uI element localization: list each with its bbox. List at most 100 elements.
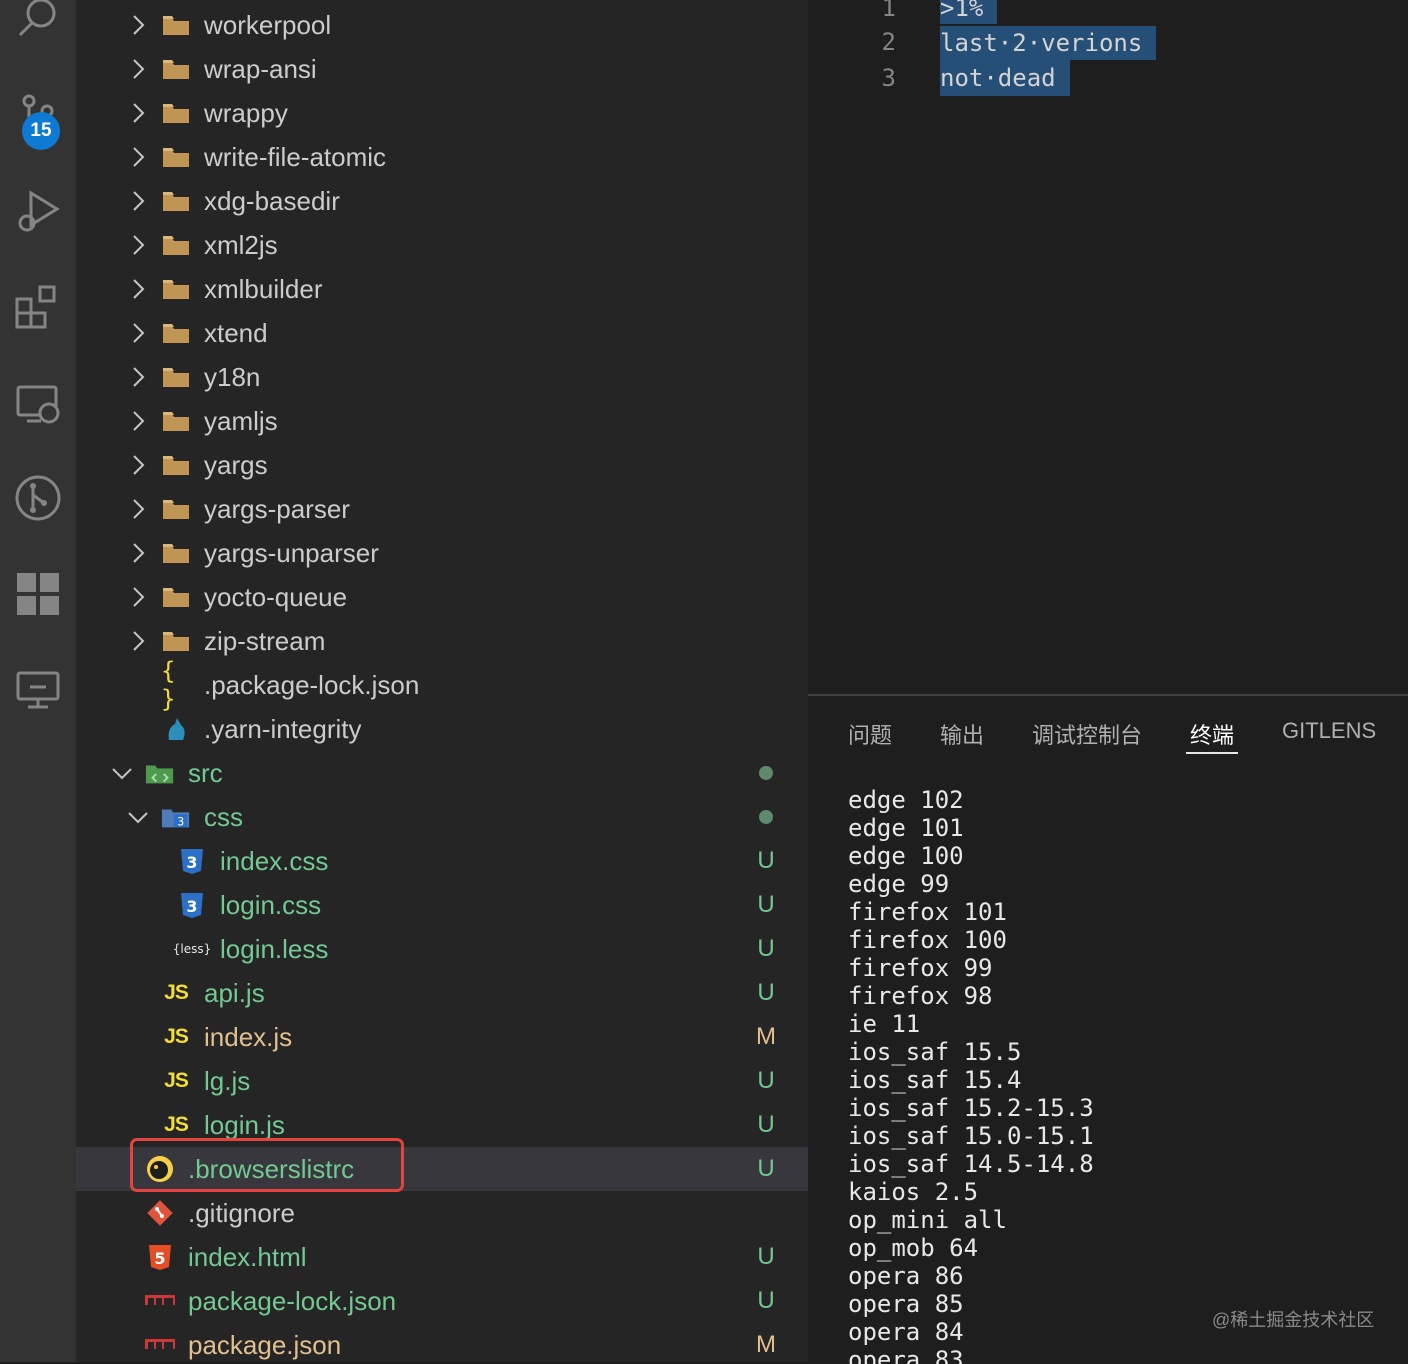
file-name: zip-stream [204, 626, 326, 656]
file-name: index.js [204, 1022, 293, 1052]
explorer-row-yocto-queue[interactable]: yocto-queue [76, 575, 808, 619]
file-name: yargs [204, 450, 268, 480]
activity-bar: 15 [0, 0, 76, 1362]
explorer-row-login-css[interactable]: 3 login.css U [76, 883, 808, 927]
explorer-row-src[interactable]: src [76, 751, 808, 795]
chevron-right-icon[interactable] [126, 277, 150, 301]
explorer-row-index-html[interactable]: 5 index.html U [76, 1235, 808, 1279]
explorer-row-yargs-unparser[interactable]: yargs-unparser [76, 531, 808, 575]
git-status-badge: U [757, 1067, 775, 1094]
grid-icon[interactable] [0, 562, 76, 626]
npm-file-icon [145, 1287, 175, 1315]
svg-text:3: 3 [186, 897, 197, 916]
explorer-row-xtend[interactable]: xtend [76, 311, 808, 355]
file-name: src [188, 758, 223, 788]
code-editor[interactable]: 1 >1% 2 last·2·verions 3 not·dead [808, 0, 1408, 694]
explorer-row-index-css[interactable]: 3 index.css U [76, 839, 808, 883]
folder-icon [161, 11, 191, 39]
explorer-row-yarn-integrity[interactable]: .yarn-integrity [76, 707, 808, 751]
folder-icon [161, 143, 191, 171]
tab-terminal[interactable]: 终端 [1190, 718, 1234, 750]
file-name: xmlbuilder [204, 274, 323, 304]
file-name: index.css [220, 846, 329, 876]
git-status-badge: U [757, 1287, 775, 1314]
chevron-right-icon[interactable] [126, 13, 150, 37]
code-line[interactable]: last·2·verions [940, 26, 1157, 60]
file-name: .gitignore [188, 1198, 295, 1228]
file-name: xdg-basedir [204, 186, 340, 216]
explorer-row-package-lock-json[interactable]: { } .package-lock.json [76, 657, 808, 713]
run-debug-icon[interactable] [0, 178, 76, 242]
git-graph-icon[interactable] [0, 466, 76, 530]
monitor-icon[interactable] [0, 658, 76, 722]
explorer-row-workerpool[interactable]: workerpool [76, 3, 808, 47]
css-file-icon: 3 [177, 847, 207, 875]
yarn-file-icon [161, 715, 191, 743]
explorer-row-api-js[interactable]: JS api.js U [76, 971, 808, 1015]
terminal-line: ios_saf 14.5-14.8 [848, 1150, 1094, 1178]
js-file-icon: JS [164, 1069, 189, 1092]
search-icon[interactable] [0, 0, 76, 52]
git-file-icon [145, 1199, 175, 1227]
explorer-row-wrappy[interactable]: wrappy [76, 91, 808, 135]
chevron-down-icon[interactable] [110, 761, 134, 785]
chevron-right-icon[interactable] [126, 453, 150, 477]
tab-problems[interactable]: 问题 [848, 718, 892, 750]
terminal-line: op_mini all [848, 1206, 1007, 1234]
file-name: api.js [204, 978, 265, 1008]
tab-output[interactable]: 输出 [940, 718, 984, 750]
chevron-right-icon[interactable] [126, 233, 150, 257]
explorer-row-lg-js[interactable]: JS lg.js U [76, 1059, 808, 1103]
explorer-row-css[interactable]: 3 css [76, 795, 808, 839]
folder-icon [161, 539, 191, 567]
explorer-row-login-less[interactable]: {less} login.less U [76, 927, 808, 971]
terminal-line: opera 84 [848, 1318, 964, 1346]
git-status-badge: U [757, 979, 775, 1006]
chevron-right-icon[interactable] [126, 145, 150, 169]
chevron-right-icon[interactable] [126, 365, 150, 389]
terminal-line: kaios 2.5 [848, 1178, 979, 1206]
chevron-down-icon[interactable] [126, 805, 150, 829]
chevron-right-icon[interactable] [126, 629, 150, 653]
explorer-row-xml2js[interactable]: xml2js [76, 223, 808, 267]
chevron-right-icon[interactable] [126, 57, 150, 81]
extensions-icon[interactable] [0, 274, 76, 338]
file-name: yargs-unparser [204, 538, 379, 568]
explorer-row-gitignore[interactable]: .gitignore [76, 1191, 808, 1235]
explorer-row-index-js[interactable]: JS index.js M [76, 1015, 808, 1059]
chevron-right-icon[interactable] [126, 321, 150, 345]
explorer-row-yargs-parser[interactable]: yargs-parser [76, 487, 808, 531]
explorer-row-xmlbuilder[interactable]: xmlbuilder [76, 267, 808, 311]
tab-debug-console[interactable]: 调试控制台 [1032, 718, 1142, 750]
source-control-badge: 15 [22, 112, 60, 150]
less-icon-text: {less} [172, 942, 212, 956]
tab-gitlens[interactable]: GITLENS [1282, 718, 1376, 744]
terminal-output[interactable]: edge 102 edge 101 edge 100 edge 99 firefox 1… [848, 786, 1094, 1364]
file-name: yargs-parser [204, 494, 350, 524]
file-name: login.less [220, 934, 329, 964]
file-name: package-lock.json [188, 1286, 397, 1316]
chevron-right-icon[interactable] [126, 409, 150, 433]
line-number: 2 [881, 28, 896, 56]
chevron-right-icon[interactable] [126, 101, 150, 125]
explorer-row-yamljs[interactable]: yamljs [76, 399, 808, 443]
code-line[interactable]: >1% [940, 0, 998, 24]
explorer-row-wrap-ansi[interactable]: wrap-ansi [76, 47, 808, 91]
explorer-row-xdg-basedir[interactable]: xdg-basedir [76, 179, 808, 223]
explorer-row-package-json[interactable]: package.json M [76, 1323, 808, 1362]
terminal-line: opera 86 [848, 1262, 964, 1290]
explorer-row-write-file-atomic[interactable]: write-file-atomic [76, 135, 808, 179]
terminal-line: ios_saf 15.2-15.3 [848, 1094, 1094, 1122]
terminal-line: opera 83 [848, 1346, 964, 1364]
terminal-line: ios_saf 15.5 [848, 1038, 1022, 1066]
chevron-right-icon[interactable] [126, 541, 150, 565]
folder-icon [161, 407, 191, 435]
explorer-row-package-lock-json[interactable]: package-lock.json U [76, 1279, 808, 1323]
explorer-row-yargs[interactable]: yargs [76, 443, 808, 487]
chevron-right-icon[interactable] [126, 189, 150, 213]
chevron-right-icon[interactable] [126, 585, 150, 609]
chevron-right-icon[interactable] [126, 497, 150, 521]
code-line[interactable]: not·dead [940, 60, 1070, 96]
remote-explorer-icon[interactable] [0, 372, 76, 436]
explorer-row-y18n[interactable]: y18n [76, 355, 808, 399]
